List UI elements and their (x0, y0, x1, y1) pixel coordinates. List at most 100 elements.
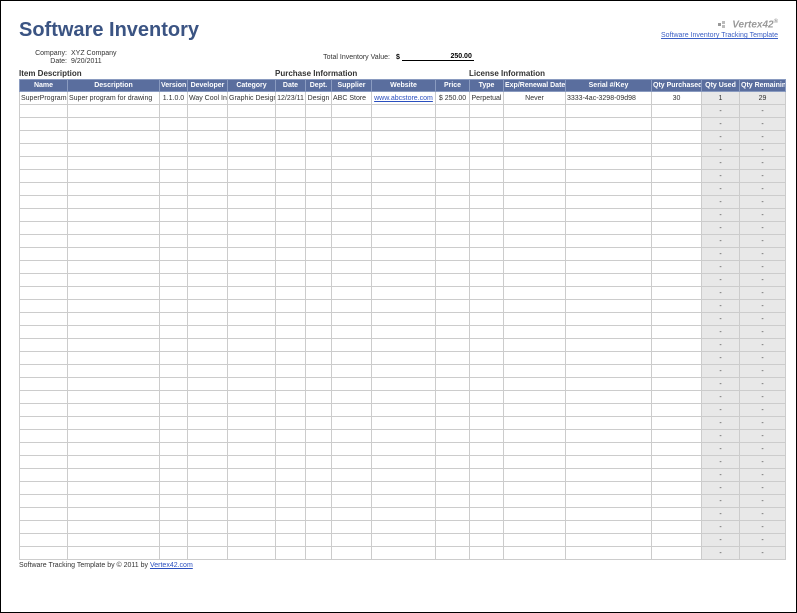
cell-price (436, 430, 470, 443)
cell-developer (188, 313, 228, 326)
table-row: -- (20, 495, 786, 508)
cell-qty_purchased (652, 222, 702, 235)
cell-serial: 3333-4ac-3298-09d98 (566, 92, 652, 105)
cell-type (470, 534, 504, 547)
cell-version (160, 339, 188, 352)
cell-qty_remaining: - (740, 222, 786, 235)
cell-description (68, 300, 160, 313)
cell-type (470, 417, 504, 430)
cell-qty_remaining: - (740, 326, 786, 339)
cell-dept (306, 430, 332, 443)
cell-price (436, 235, 470, 248)
cell-version (160, 261, 188, 274)
cell-version (160, 521, 188, 534)
table-row: -- (20, 378, 786, 391)
cell-version (160, 352, 188, 365)
cell-developer (188, 430, 228, 443)
footer-vendor-link[interactable]: Vertex42.com (150, 562, 193, 569)
cell-dept (306, 196, 332, 209)
cell-developer (188, 183, 228, 196)
cell-version (160, 300, 188, 313)
col-serial: Serial #/Key (566, 80, 652, 92)
cell-developer (188, 456, 228, 469)
cell-supplier (332, 443, 372, 456)
cell-supplier (332, 534, 372, 547)
cell-price (436, 352, 470, 365)
cell-type (470, 404, 504, 417)
cell-qty_used: - (702, 404, 740, 417)
cell-name (20, 365, 68, 378)
cell-qty_remaining: - (740, 456, 786, 469)
table-row: -- (20, 183, 786, 196)
cell-description (68, 157, 160, 170)
cell-qty_used: - (702, 287, 740, 300)
cell-version (160, 391, 188, 404)
table-row: -- (20, 300, 786, 313)
cell-serial (566, 534, 652, 547)
cell-type (470, 339, 504, 352)
cell-exp (504, 157, 566, 170)
cell-name (20, 404, 68, 417)
table-row: -- (20, 209, 786, 222)
cell-qty_used: - (702, 443, 740, 456)
cell-price (436, 131, 470, 144)
cell-dept (306, 365, 332, 378)
cell-version (160, 131, 188, 144)
cell-serial (566, 430, 652, 443)
cell-name (20, 547, 68, 560)
cell-developer (188, 131, 228, 144)
page-title: Software Inventory (19, 19, 199, 42)
cell-description (68, 196, 160, 209)
cell-dept (306, 235, 332, 248)
cell-serial (566, 105, 652, 118)
cell-date (276, 547, 306, 560)
cell-website (372, 456, 436, 469)
cell-version (160, 118, 188, 131)
cell-qty_purchased (652, 287, 702, 300)
cell-dept (306, 391, 332, 404)
cell-website (372, 183, 436, 196)
date-label: Date: (19, 58, 71, 65)
cell-version (160, 157, 188, 170)
cell-name (20, 248, 68, 261)
cell-exp (504, 534, 566, 547)
cell-qty_used: - (702, 495, 740, 508)
cell-qty_used: - (702, 417, 740, 430)
cell-qty_used: - (702, 300, 740, 313)
cell-qty_remaining: - (740, 287, 786, 300)
cell-website (372, 222, 436, 235)
cell-website (372, 105, 436, 118)
cell-price (436, 417, 470, 430)
cell-description (68, 508, 160, 521)
cell-date (276, 456, 306, 469)
company-label: Company: (19, 50, 71, 57)
cell-category (228, 326, 276, 339)
cell-qty_used: - (702, 378, 740, 391)
cell-name (20, 495, 68, 508)
cell-category (228, 183, 276, 196)
cell-type (470, 261, 504, 274)
cell-qty_remaining: - (740, 508, 786, 521)
table-row: -- (20, 157, 786, 170)
cell-exp (504, 352, 566, 365)
table-row: -- (20, 391, 786, 404)
cell-category: Graphic Design (228, 92, 276, 105)
cell-category (228, 248, 276, 261)
cell-exp (504, 456, 566, 469)
cell-dept (306, 404, 332, 417)
cell-name (20, 300, 68, 313)
cell-price (436, 521, 470, 534)
cell-qty_purchased (652, 443, 702, 456)
cell-qty_remaining: - (740, 274, 786, 287)
cell-qty_used: - (702, 183, 740, 196)
cell-serial (566, 339, 652, 352)
meta-block: Company: XYZ Company Date: 9/20/2011 (19, 50, 199, 65)
cell-supplier (332, 391, 372, 404)
cell-website (372, 131, 436, 144)
cell-name (20, 521, 68, 534)
cell-serial (566, 352, 652, 365)
cell-description (68, 482, 160, 495)
cell-serial (566, 274, 652, 287)
template-link[interactable]: Software Inventory Tracking Template (661, 32, 778, 39)
cell-name (20, 430, 68, 443)
